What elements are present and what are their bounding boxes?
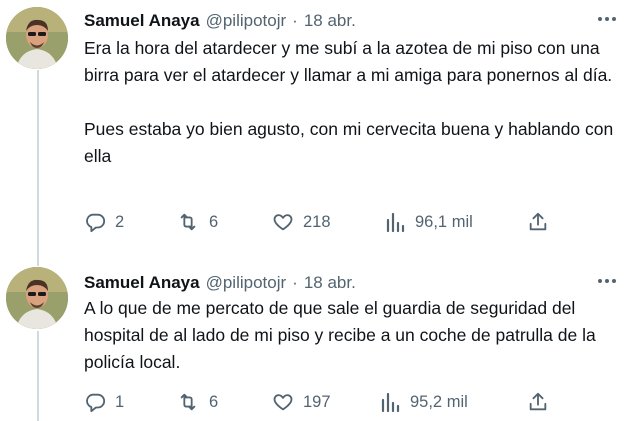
author-name[interactable]: Samuel Anaya <box>84 11 200 31</box>
more-icon[interactable] <box>596 270 618 292</box>
views-button[interactable]: 96,1 mil <box>386 211 473 233</box>
tweet-paragraph: Pues estaba yo bien agusto, con mi cerve… <box>84 119 614 166</box>
tweet-text: A lo que de me percato de que sale el gu… <box>84 295 614 376</box>
views-icon <box>386 212 405 233</box>
views-count: 96,1 mil <box>415 212 473 231</box>
tweet-date[interactable]: 18 abr. <box>304 11 356 31</box>
share-icon <box>529 392 547 411</box>
like-button[interactable]: 197 <box>272 391 331 413</box>
separator: · <box>292 273 298 292</box>
reply-icon <box>86 393 106 413</box>
author-name[interactable]: Samuel Anaya <box>84 273 200 293</box>
reply-count: 2 <box>115 212 125 231</box>
tweet-actions: 1 6 197 95,2 mil <box>84 389 554 415</box>
retweet-button[interactable]: 6 <box>176 211 218 233</box>
retweet-button[interactable]: 6 <box>176 391 218 413</box>
share-icon <box>529 212 547 231</box>
retweet-icon <box>180 393 196 411</box>
share-button[interactable] <box>527 211 549 233</box>
tweet-paragraph: A lo que de me percato de que sale el gu… <box>84 298 596 372</box>
retweet-count: 6 <box>209 212 219 231</box>
heart-icon <box>273 214 293 231</box>
author-handle[interactable]: @pilipotojr <box>206 273 287 293</box>
tweet-date[interactable]: 18 abr. <box>304 273 356 293</box>
separator: · <box>292 11 298 30</box>
reply-count: 1 <box>115 392 125 411</box>
tweet-paragraph: Era la hora del atardecer y me subí a la… <box>84 38 613 85</box>
views-button[interactable]: 95,2 mil <box>381 391 468 413</box>
views-icon <box>381 392 400 413</box>
views-count: 95,2 mil <box>410 392 468 411</box>
like-button[interactable]: 218 <box>272 211 331 233</box>
tweet-header: Samuel Anaya @pilipotojr · 18 abr. <box>84 10 356 32</box>
tweet[interactable]: Samuel Anaya @pilipotojr · 18 abr. A lo … <box>0 262 624 420</box>
like-count: 197 <box>303 392 331 411</box>
tweet-text: Era la hora del atardecer y me subí a la… <box>84 35 614 170</box>
avatar[interactable] <box>6 267 68 329</box>
avatar[interactable] <box>6 7 68 69</box>
reply-button[interactable]: 2 <box>84 211 124 233</box>
more-icon[interactable] <box>596 8 618 30</box>
tweet-header: Samuel Anaya @pilipotojr · 18 abr. <box>84 272 356 294</box>
like-count: 218 <box>303 212 331 231</box>
heart-icon <box>273 394 293 411</box>
author-handle[interactable]: @pilipotojr <box>206 11 287 31</box>
retweet-icon <box>180 213 196 231</box>
reply-button[interactable]: 1 <box>84 391 124 413</box>
tweet[interactable]: Samuel Anaya @pilipotojr · 18 abr. Era l… <box>0 0 624 262</box>
share-button[interactable] <box>527 391 549 413</box>
reply-icon <box>86 213 106 233</box>
retweet-count: 6 <box>209 392 219 411</box>
tweet-actions: 2 6 218 96,1 mil <box>84 209 554 235</box>
